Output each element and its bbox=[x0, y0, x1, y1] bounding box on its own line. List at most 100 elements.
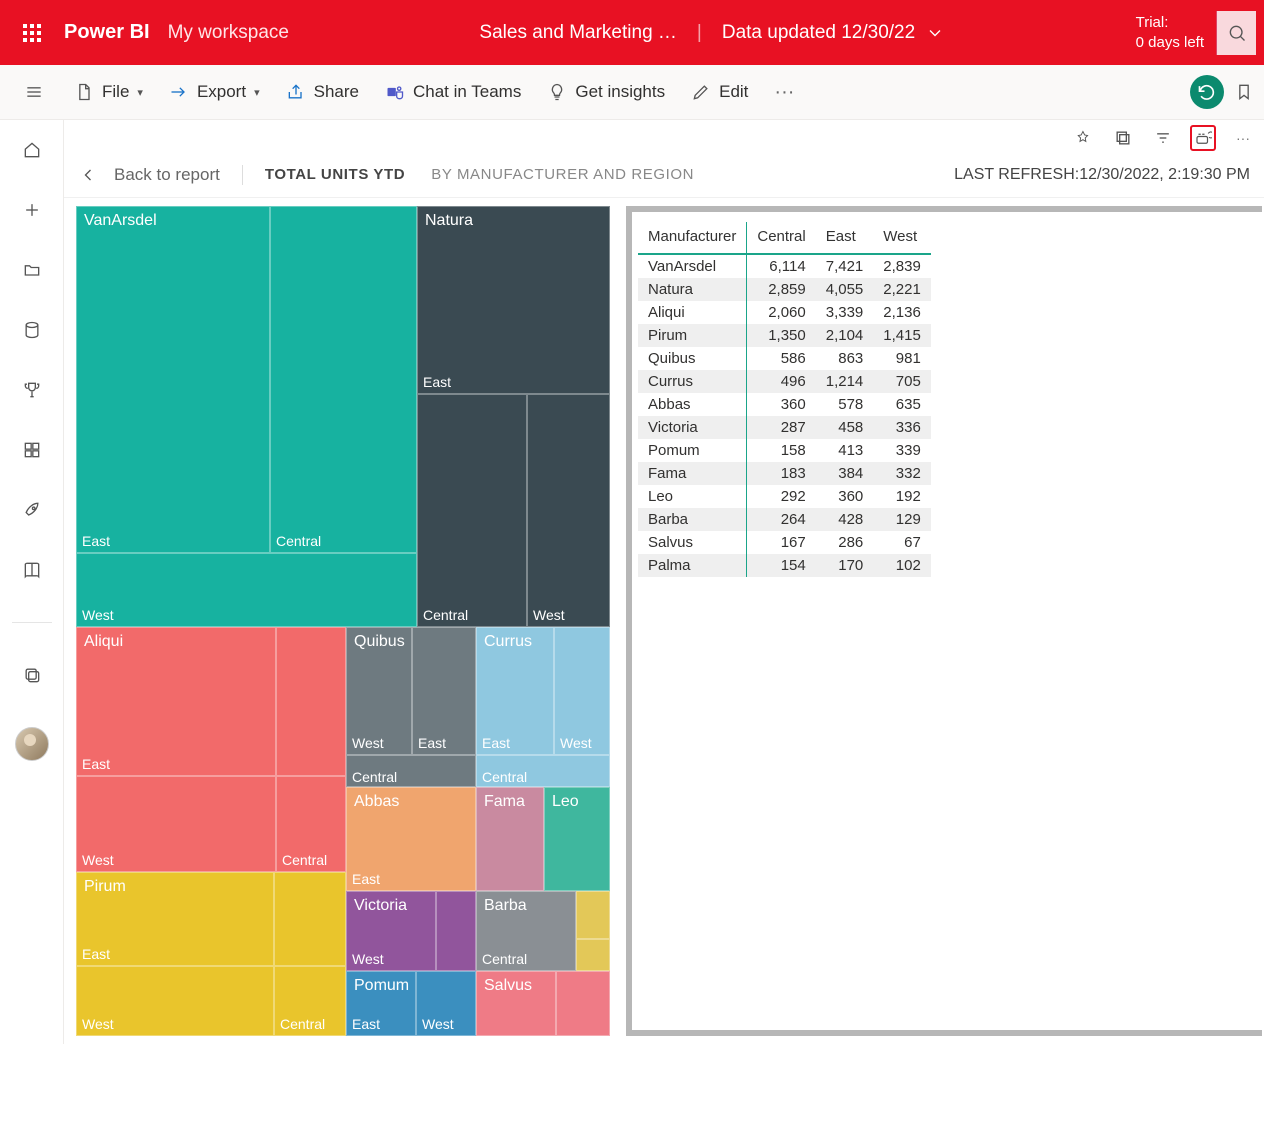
cell-title: Aliqui bbox=[84, 633, 123, 651]
export-menu[interactable]: Export ▾ bbox=[159, 76, 270, 108]
cell-east: 458 bbox=[816, 416, 874, 439]
cell-west: 2,136 bbox=[873, 301, 931, 324]
table-row[interactable]: Abbas360578635 bbox=[638, 393, 931, 416]
table-row[interactable]: Natura2,8594,0552,221 bbox=[638, 278, 931, 301]
nav-browse[interactable] bbox=[20, 258, 44, 282]
col-manufacturer[interactable]: Manufacturer bbox=[638, 222, 747, 254]
app-launcher-button[interactable] bbox=[8, 24, 56, 42]
treemap-pomum-west[interactable]: West bbox=[416, 971, 476, 1036]
table-row[interactable]: VanArsdel6,1147,4212,839 bbox=[638, 254, 931, 278]
treemap-natura-east[interactable]: East bbox=[417, 206, 610, 394]
edit-button[interactable]: Edit bbox=[681, 76, 758, 108]
treemap-visual[interactable]: VanArsdel East Central West VanArsdel Ea… bbox=[76, 206, 610, 1036]
data-updated-dropdown[interactable]: Data updated 12/30/22 bbox=[722, 22, 945, 44]
treemap-vanarsdel-west[interactable]: West bbox=[76, 553, 417, 627]
table-row[interactable]: Barba264428129 bbox=[638, 508, 931, 531]
col-east[interactable]: East bbox=[816, 222, 874, 254]
table-row[interactable]: Pirum1,3502,1041,415 bbox=[638, 324, 931, 347]
data-table-visual[interactable]: Manufacturer Central East West VanArsdel… bbox=[626, 206, 1262, 1036]
more-visual-button[interactable]: ··· bbox=[1230, 125, 1256, 151]
treemap-pirum-div[interactable] bbox=[274, 872, 346, 966]
cell-mfr: Pomum bbox=[638, 439, 747, 462]
more-menu[interactable]: ··· bbox=[764, 75, 804, 110]
search-button[interactable] bbox=[1216, 11, 1256, 55]
folder-icon bbox=[22, 260, 42, 280]
treemap-aliqui-central[interactable]: Central bbox=[276, 776, 346, 872]
col-west[interactable]: West bbox=[873, 222, 931, 254]
command-bar: File ▾ Export ▾ Share T Chat in Teams Ge… bbox=[0, 65, 1264, 120]
workspace-avatar[interactable] bbox=[15, 727, 49, 761]
table-row[interactable]: Currus4961,214705 bbox=[638, 370, 931, 393]
treemap-palma-a[interactable] bbox=[576, 891, 610, 939]
cell-central: 586 bbox=[747, 347, 816, 370]
switch-layout-button[interactable] bbox=[1190, 125, 1216, 151]
treemap-quibus-east[interactable]: East bbox=[412, 627, 476, 755]
report-name[interactable]: Sales and Marketing … bbox=[479, 22, 677, 44]
back-label: Back to report bbox=[114, 165, 220, 185]
chat-label: Chat in Teams bbox=[413, 82, 521, 102]
treemap-currus-west[interactable]: West bbox=[554, 627, 610, 755]
bookmark-icon[interactable] bbox=[1234, 82, 1254, 102]
table-row[interactable]: Quibus586863981 bbox=[638, 347, 931, 370]
trial-line2: 0 days left bbox=[1136, 33, 1204, 53]
nav-apps[interactable] bbox=[20, 438, 44, 462]
trial-status[interactable]: Trial: 0 days left bbox=[1136, 13, 1204, 52]
file-menu[interactable]: File ▾ bbox=[64, 76, 153, 108]
treemap-aliqui-west[interactable]: West bbox=[76, 776, 276, 872]
reset-button[interactable] bbox=[1190, 75, 1224, 109]
cell-title: Victoria bbox=[354, 897, 407, 915]
pin-visual-button[interactable] bbox=[1070, 125, 1096, 151]
region-label: Central bbox=[352, 769, 397, 785]
cell-central: 183 bbox=[747, 462, 816, 485]
region-label: East bbox=[352, 1016, 380, 1032]
treemap-vanarsdel-east[interactable]: East bbox=[76, 206, 270, 553]
cell-title: Currus bbox=[484, 633, 532, 651]
last-refresh-value: 12/30/2022, 2:19:30 PM bbox=[1079, 166, 1250, 183]
table-row[interactable]: Victoria287458336 bbox=[638, 416, 931, 439]
nav-toggle-button[interactable] bbox=[10, 82, 58, 102]
treemap-salvus-b[interactable] bbox=[556, 971, 610, 1036]
nav-data-hub[interactable] bbox=[20, 318, 44, 342]
treemap-quibus-central[interactable]: Central bbox=[346, 755, 476, 787]
table-row[interactable]: Salvus16728667 bbox=[638, 531, 931, 554]
share-button[interactable]: Share bbox=[276, 76, 369, 108]
nav-workspaces[interactable] bbox=[20, 663, 44, 687]
treemap-natura-central[interactable]: Central bbox=[417, 394, 527, 627]
treemap-pirum-west[interactable]: West bbox=[76, 966, 274, 1036]
filter-visual-button[interactable] bbox=[1150, 125, 1176, 151]
table-row[interactable]: Leo292360192 bbox=[638, 485, 931, 508]
nav-metrics[interactable] bbox=[20, 378, 44, 402]
copy-visual-button[interactable] bbox=[1110, 125, 1136, 151]
get-insights-button[interactable]: Get insights bbox=[537, 76, 675, 108]
table-row[interactable]: Aliqui2,0603,3392,136 bbox=[638, 301, 931, 324]
col-central[interactable]: Central bbox=[747, 222, 816, 254]
workspace-link[interactable]: My workspace bbox=[168, 22, 289, 44]
table-row[interactable]: Fama183384332 bbox=[638, 462, 931, 485]
home-icon bbox=[22, 140, 42, 160]
treemap-aliqui-divider[interactable] bbox=[276, 627, 346, 776]
cell-central: 287 bbox=[747, 416, 816, 439]
treemap-palma-b[interactable] bbox=[576, 939, 610, 971]
back-to-report-button[interactable]: Back to report bbox=[78, 165, 243, 185]
table-row[interactable]: Palma154170102 bbox=[638, 554, 931, 577]
cell-central: 496 bbox=[747, 370, 816, 393]
cell-mfr: Barba bbox=[638, 508, 747, 531]
teams-icon: T bbox=[385, 82, 405, 102]
table-row[interactable]: Pomum158413339 bbox=[638, 439, 931, 462]
cell-mfr: Aliqui bbox=[638, 301, 747, 324]
treemap-natura-west[interactable]: West bbox=[527, 394, 610, 627]
cell-mfr: Leo bbox=[638, 485, 747, 508]
nav-create[interactable] bbox=[20, 198, 44, 222]
nav-learn[interactable] bbox=[20, 558, 44, 582]
cell-title: Leo bbox=[552, 793, 579, 811]
treemap-pirum-central[interactable]: Central bbox=[274, 966, 346, 1036]
nav-home[interactable] bbox=[20, 138, 44, 162]
treemap-victoria-div[interactable] bbox=[436, 891, 476, 971]
chat-teams-button[interactable]: T Chat in Teams bbox=[375, 76, 531, 108]
nav-deploy[interactable] bbox=[20, 498, 44, 522]
treemap-currus-central[interactable]: Central bbox=[476, 755, 610, 787]
cell-east: 413 bbox=[816, 439, 874, 462]
pin-icon bbox=[1073, 128, 1093, 148]
region-label: Central bbox=[282, 852, 327, 868]
treemap-vanarsdel-central[interactable]: Central bbox=[270, 206, 417, 553]
